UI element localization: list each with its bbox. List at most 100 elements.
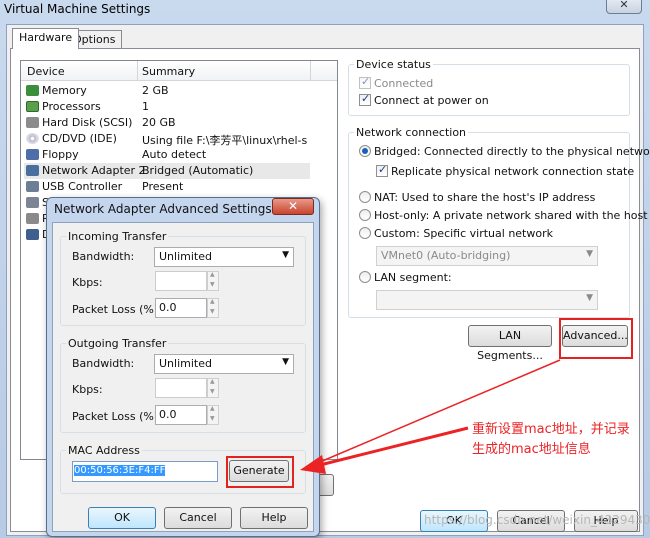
vmnet-value: VMnet0 (Auto-bridging) xyxy=(381,249,511,262)
nat-radio[interactable] xyxy=(359,191,371,203)
annotation-text-line-2: 生成的mac地址信息 xyxy=(472,442,591,457)
incoming-packet-loss-spinner[interactable] xyxy=(207,298,219,318)
device-row-processors[interactable]: Processors 1 xyxy=(24,99,310,115)
incoming-bandwidth-select[interactable]: Unlimited ▼ xyxy=(154,247,294,267)
custom-radio[interactable] xyxy=(359,227,371,239)
device-summary: Bridged (Automatic) xyxy=(142,164,254,177)
device-name: Hard Disk (SCSI) xyxy=(42,116,133,129)
device-row-cd-dvd[interactable]: CD/DVD (IDE) Using file F:\李芳平\linux\rhe… xyxy=(24,131,310,147)
incoming-packet-loss-input[interactable]: 0.0 xyxy=(155,298,207,318)
connected-label: Connected xyxy=(374,77,434,90)
device-summary: Using file F:\李芳平\linux\rhel-se... xyxy=(142,134,307,147)
incoming-transfer-label: Incoming Transfer xyxy=(66,230,169,243)
connected-checkbox[interactable] xyxy=(359,75,371,89)
replicate-checkbox[interactable] xyxy=(376,163,388,177)
connect-at-power-on-label: Connect at power on xyxy=(374,94,489,107)
incoming-kbps-input[interactable] xyxy=(155,271,207,291)
device-row-printer[interactable]: P xyxy=(24,211,49,227)
device-name: USB Controller xyxy=(42,180,123,193)
highlight-box-advanced xyxy=(559,318,633,359)
outgoing-packet-loss-input[interactable]: 0.0 xyxy=(155,405,207,425)
vmnet-select[interactable]: VMnet0 (Auto-bridging) ▼ xyxy=(376,246,598,266)
outgoing-kbps-input[interactable] xyxy=(155,378,207,398)
network-adapter-icon xyxy=(26,165,39,176)
column-separator xyxy=(310,61,311,81)
dialog-ok-button[interactable]: OK xyxy=(88,507,156,529)
processor-icon xyxy=(26,101,39,112)
highlight-box-generate xyxy=(226,456,294,488)
lan-segment-select[interactable]: ▼ xyxy=(376,290,598,310)
chevron-down-icon: ▼ xyxy=(282,250,289,260)
outgoing-kbps-label: Kbps: xyxy=(72,383,103,396)
incoming-bandwidth-value: Unlimited xyxy=(159,250,212,263)
device-name: Floppy xyxy=(42,148,79,161)
host-only-radio[interactable] xyxy=(359,209,371,221)
mac-address-label: MAC Address xyxy=(66,444,142,457)
device-row-sound[interactable]: S xyxy=(24,195,49,211)
floppy-icon xyxy=(26,149,39,160)
outgoing-transfer-label: Outgoing Transfer xyxy=(66,337,169,350)
outgoing-packet-loss-spinner[interactable] xyxy=(207,405,219,425)
mac-address-input[interactable]: 00:50:56:3E:F4:FF xyxy=(72,461,218,482)
window-close-button[interactable]: ✕ xyxy=(606,0,642,14)
outgoing-bandwidth-select[interactable]: Unlimited ▼ xyxy=(154,354,294,374)
dialog-title: Network Adapter Advanced Settings xyxy=(54,202,272,216)
device-summary: 1 xyxy=(142,100,149,113)
host-only-label: Host-only: A private network shared with… xyxy=(374,209,648,222)
printer-icon xyxy=(26,213,39,224)
outgoing-packet-loss-label: Packet Loss (%): xyxy=(72,410,162,423)
dialog-cancel-button[interactable]: Cancel xyxy=(164,507,232,529)
chevron-down-icon: ▼ xyxy=(586,293,593,303)
dialog-help-button[interactable]: Help xyxy=(240,507,308,529)
nat-label: NAT: Used to share the host's IP address xyxy=(374,191,596,204)
usb-icon xyxy=(26,181,39,192)
mac-address-value: 00:50:56:3E:F4:FF xyxy=(74,465,166,476)
device-row-usb[interactable]: USB Controller Present xyxy=(24,179,310,195)
device-row-memory[interactable]: Memory 2 GB xyxy=(24,83,310,99)
device-row-display[interactable]: D xyxy=(24,227,50,243)
sound-icon xyxy=(26,197,39,208)
incoming-kbps-spinner[interactable] xyxy=(207,271,219,291)
device-status-group xyxy=(348,64,630,116)
incoming-kbps-label: Kbps: xyxy=(72,276,103,289)
window-title: Virtual Machine Settings xyxy=(4,2,151,16)
device-status-label: Device status xyxy=(354,58,433,71)
device-column-header[interactable]: Device xyxy=(27,65,65,78)
device-summary: 20 GB xyxy=(142,116,176,129)
device-summary: Auto detect xyxy=(142,148,207,161)
outgoing-kbps-spinner[interactable] xyxy=(207,378,219,398)
memory-icon xyxy=(26,85,39,96)
device-row-floppy[interactable]: Floppy Auto detect xyxy=(24,147,310,163)
device-summary: Present xyxy=(142,180,184,193)
lan-segment-radio[interactable] xyxy=(359,271,371,283)
tab-hardware[interactable]: Hardware xyxy=(12,28,80,49)
device-name: Network Adapter 2 xyxy=(42,164,146,177)
replicate-label: Replicate physical network connection st… xyxy=(391,165,635,178)
device-name: Processors xyxy=(42,100,101,113)
chevron-down-icon: ▼ xyxy=(586,249,593,259)
incoming-packet-loss-label: Packet Loss (%): xyxy=(72,303,162,316)
outgoing-bandwidth-value: Unlimited xyxy=(159,357,212,370)
annotation-text-line-1: 重新设置mac地址，并记录 xyxy=(472,422,630,437)
connect-at-power-on-checkbox[interactable] xyxy=(359,92,371,106)
device-name: Memory xyxy=(42,84,87,97)
device-row-hard-disk[interactable]: Hard Disk (SCSI) 20 GB xyxy=(24,115,310,131)
chevron-down-icon: ▼ xyxy=(282,357,289,367)
lan-segment-label: LAN segment: xyxy=(374,271,452,284)
network-connection-label: Network connection xyxy=(354,126,469,139)
column-separator xyxy=(137,61,138,81)
cd-dvd-icon xyxy=(26,133,39,144)
watermark: https://blog.csdn.net/weixin_43294304 xyxy=(424,513,650,527)
device-row-network-adapter[interactable]: Network Adapter 2 Bridged (Automatic) xyxy=(24,163,310,179)
bridged-label: Bridged: Connected directly to the physi… xyxy=(374,145,650,158)
custom-label: Custom: Specific virtual network xyxy=(374,227,553,240)
bridged-radio[interactable] xyxy=(359,145,371,157)
incoming-bandwidth-label: Bandwidth: xyxy=(72,250,135,263)
summary-column-header[interactable]: Summary xyxy=(142,65,195,78)
lan-segments-button[interactable]: LAN Segments... xyxy=(468,325,552,362)
outgoing-bandwidth-label: Bandwidth: xyxy=(72,357,135,370)
dialog-close-button[interactable]: ✕ xyxy=(272,198,314,215)
device-name: CD/DVD (IDE) xyxy=(42,132,117,145)
hard-disk-icon xyxy=(26,117,39,128)
display-icon xyxy=(26,229,39,240)
